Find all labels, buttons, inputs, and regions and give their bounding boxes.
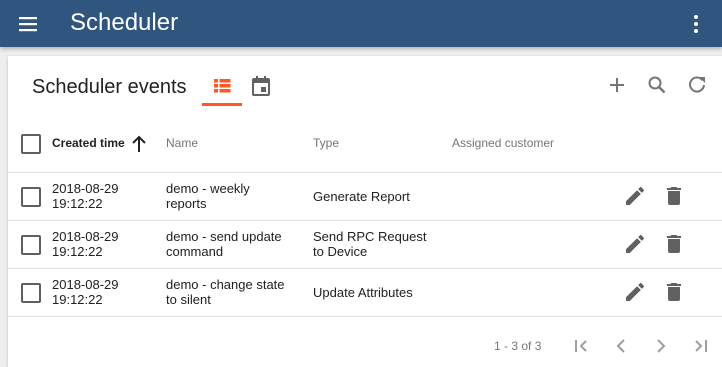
tab-list-view[interactable] — [202, 70, 242, 106]
last-page-icon[interactable] — [689, 334, 713, 358]
tab-calendar-view[interactable] — [241, 70, 281, 106]
row-created-time: 19:12:22 — [52, 292, 103, 307]
header-assigned-customer[interactable]: Assigned customer — [452, 135, 554, 151]
list-icon — [214, 79, 231, 93]
row-name-cont: command — [166, 244, 224, 259]
edit-icon[interactable] — [623, 280, 647, 304]
row-name: demo - change state — [166, 277, 285, 292]
chevron-left-icon[interactable] — [609, 334, 633, 358]
chevron-right-icon[interactable] — [649, 334, 673, 358]
calendar-icon — [252, 76, 270, 96]
row-name: demo - send update — [166, 229, 282, 244]
menu-icon[interactable] — [16, 13, 40, 35]
row-type: Update Attributes — [313, 285, 413, 300]
delete-icon[interactable] — [662, 280, 686, 304]
row-name-cont: to silent — [166, 292, 211, 307]
divider — [8, 172, 722, 173]
delete-icon[interactable] — [662, 184, 686, 208]
header-created-time[interactable]: Created time — [52, 135, 125, 151]
active-tab-indicator — [202, 103, 242, 106]
app-toolbar: Scheduler — [0, 0, 722, 47]
first-page-icon[interactable] — [569, 334, 593, 358]
divider — [8, 316, 722, 317]
row-created-time: 19:12:22 — [52, 196, 103, 211]
header-name[interactable]: Name — [166, 135, 198, 151]
panel-title: Scheduler events — [32, 76, 187, 98]
arrow-upward-icon[interactable] — [129, 134, 149, 154]
row-checkbox[interactable] — [21, 283, 41, 303]
app-title: Scheduler — [70, 9, 179, 36]
row-type: Send RPC Request — [313, 229, 427, 244]
divider — [8, 220, 722, 221]
more-vert-icon[interactable] — [684, 12, 708, 36]
row-created-date: 2018-08-29 — [52, 229, 119, 244]
row-name-cont: reports — [166, 196, 207, 211]
select-all-checkbox[interactable] — [21, 134, 41, 154]
row-created-date: 2018-08-29 — [52, 181, 119, 196]
search-icon[interactable] — [645, 73, 669, 97]
edit-icon[interactable] — [623, 184, 647, 208]
divider — [8, 268, 722, 269]
delete-icon[interactable] — [662, 232, 686, 256]
refresh-icon[interactable] — [685, 73, 709, 97]
row-name: demo - weekly — [166, 181, 250, 196]
row-created-time: 19:12:22 — [52, 244, 103, 259]
row-checkbox[interactable] — [21, 235, 41, 255]
header-type[interactable]: Type — [313, 135, 339, 151]
row-type-cont: to Device — [313, 244, 368, 259]
add-icon[interactable] — [605, 73, 629, 97]
row-checkbox[interactable] — [21, 187, 41, 207]
row-created-date: 2018-08-29 — [52, 277, 119, 292]
scheduler-events-panel: Scheduler events Created time Name Type … — [8, 56, 722, 367]
pagination-range: 1 - 3 of 3 — [494, 339, 542, 353]
row-type: Generate Report — [313, 189, 410, 204]
edit-icon[interactable] — [623, 232, 647, 256]
